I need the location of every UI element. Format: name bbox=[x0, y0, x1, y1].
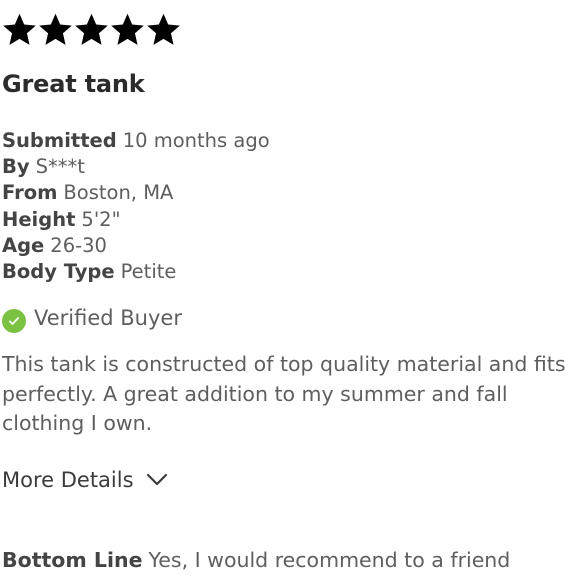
submitted-value: 10 months ago bbox=[122, 129, 270, 152]
age-value: 26-30 bbox=[50, 233, 107, 257]
star-rating bbox=[2, 12, 181, 52]
from-row: From Boston, MA bbox=[2, 180, 270, 206]
from-value: Boston, MA bbox=[63, 181, 174, 205]
review-title: Great tank bbox=[2, 70, 145, 98]
age-label: Age bbox=[2, 233, 45, 257]
height-value: 5'2" bbox=[81, 207, 121, 231]
verified-buyer-label: Verified Buyer bbox=[34, 306, 182, 330]
height-label: Height bbox=[2, 207, 76, 231]
by-value: S***t bbox=[35, 155, 85, 179]
star-icon bbox=[110, 12, 145, 47]
body-type-value: Petite bbox=[120, 259, 177, 283]
submitted-label: Submitted bbox=[2, 129, 117, 152]
star-icon bbox=[146, 12, 181, 47]
by-label: By bbox=[2, 155, 30, 179]
star-icon bbox=[2, 12, 37, 47]
check-circle-icon bbox=[2, 309, 26, 333]
chevron-down-icon[interactable] bbox=[146, 473, 168, 487]
star-icon bbox=[38, 12, 73, 47]
age-row: Age 26-30 bbox=[2, 233, 270, 259]
verified-buyer-badge: Verified Buyer bbox=[2, 303, 182, 333]
more-details-button[interactable]: More Details bbox=[2, 468, 168, 492]
bottom-line-label: Bottom Line bbox=[2, 548, 143, 572]
submitted-row: Submitted 10 months ago bbox=[2, 128, 270, 154]
bottom-line: Bottom Line Yes, I would recommend to a f… bbox=[2, 546, 510, 574]
body-type-label: Body Type bbox=[2, 259, 115, 283]
review-text: This tank is constructed of top quality … bbox=[2, 352, 566, 435]
bottom-line-value: Yes, I would recommend to a friend bbox=[148, 548, 511, 572]
more-details-label[interactable]: More Details bbox=[2, 468, 134, 492]
reviewer-details: Submitted 10 months ago By S***t From Bosto… bbox=[2, 128, 270, 285]
height-row: Height 5'2" bbox=[2, 207, 270, 233]
by-row: By S***t bbox=[2, 154, 270, 180]
from-label: From bbox=[2, 181, 58, 205]
body-type-row: Body Type Petite bbox=[2, 259, 270, 285]
star-icon bbox=[74, 12, 109, 47]
